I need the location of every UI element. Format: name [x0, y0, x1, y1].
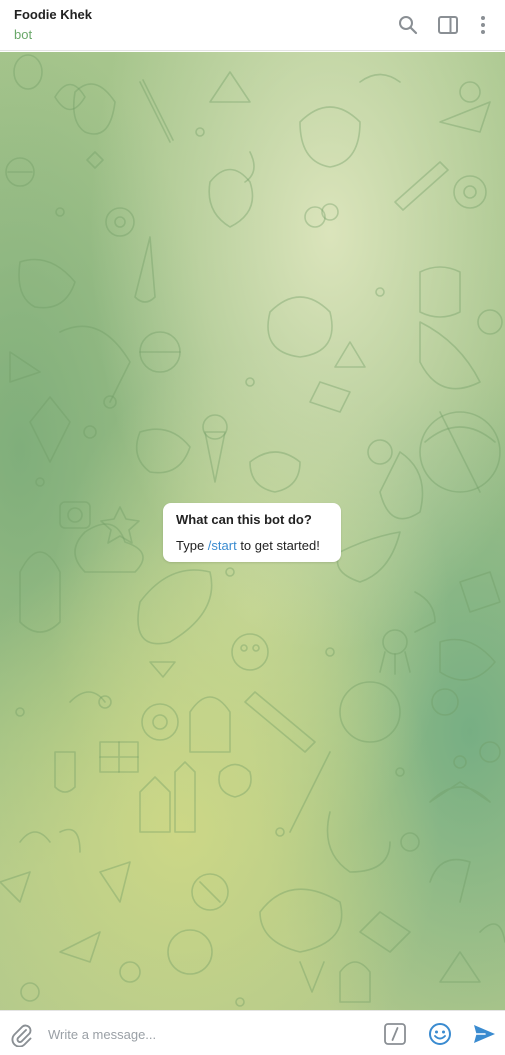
bot-command-button[interactable]: [384, 1023, 406, 1045]
chat-subtitle: bot: [14, 27, 33, 42]
message-composer: [0, 1010, 505, 1055]
chat-header: Foodie Khek bot: [0, 0, 505, 51]
more-button[interactable]: [470, 12, 496, 38]
bot-command-icon: [384, 1023, 406, 1045]
more-vertical-icon: [481, 16, 485, 34]
search-icon: [399, 16, 418, 35]
bot-info-card: What can this bot do? Type /start to get…: [163, 503, 341, 562]
attach-icon: [11, 1024, 32, 1048]
send-button[interactable]: [472, 1023, 496, 1045]
start-command-link[interactable]: /start: [208, 538, 237, 553]
emoji-icon: [429, 1023, 451, 1045]
emoji-button[interactable]: [428, 1022, 452, 1046]
chat-area: What can this bot do? Type /start to get…: [0, 52, 505, 1010]
bot-info-text-before: Type: [176, 538, 208, 553]
bot-info-title: What can this bot do?: [176, 512, 312, 527]
bot-info-text: Type /start to get started!: [176, 538, 320, 553]
message-input[interactable]: [48, 1024, 368, 1044]
attach-button[interactable]: [9, 1023, 33, 1048]
side-panel-button[interactable]: [435, 12, 461, 38]
chat-title[interactable]: Foodie Khek: [14, 7, 92, 22]
side-panel-icon: [438, 16, 458, 34]
bot-info-text-after: to get started!: [236, 538, 320, 553]
search-button[interactable]: [395, 12, 421, 38]
send-icon: [474, 1025, 495, 1043]
